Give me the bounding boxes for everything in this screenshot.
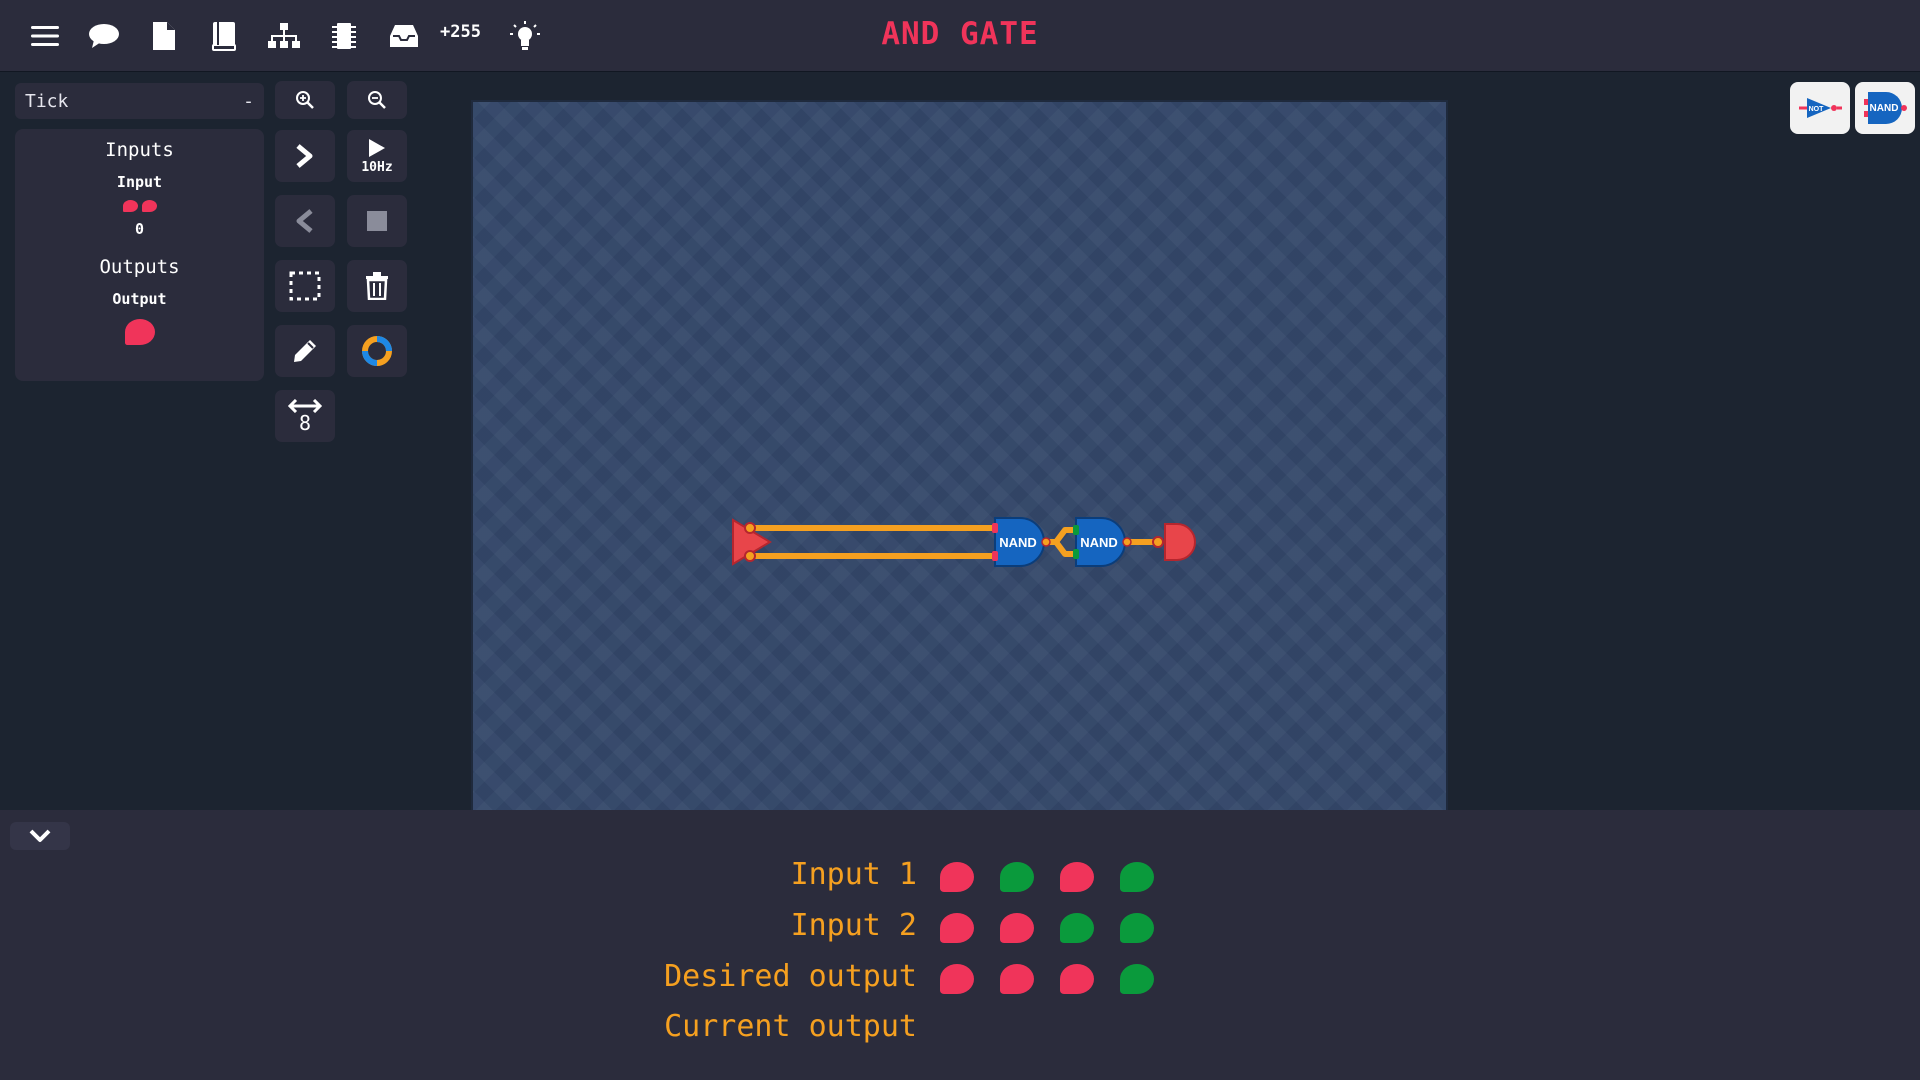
zoom-out-button[interactable] — [347, 81, 407, 119]
wire-input-to-gate1[interactable] — [747, 525, 997, 559]
zoom-in-button[interactable] — [275, 81, 335, 119]
delete-button[interactable] — [347, 260, 407, 312]
tick-mode-value: Tick — [25, 90, 69, 112]
level-title: AND GATE — [881, 16, 1039, 52]
select-button[interactable] — [275, 260, 335, 312]
collapse-panel-button[interactable] — [10, 822, 70, 850]
input-name: Input — [116, 173, 163, 191]
palette-not-label: NOT — [1809, 106, 1825, 113]
step-back-button[interactable] — [275, 195, 335, 247]
gate1-label: NAND — [999, 535, 1037, 550]
pencil-button[interactable] — [275, 325, 335, 377]
chevron-down-icon — [29, 829, 51, 842]
stop-icon — [367, 211, 387, 231]
truth-cell — [1000, 964, 1034, 994]
io-panel: Inputs Input 0 Outputs Output — [15, 129, 264, 381]
truth-table-panel: Input 1 Input 2 Desired output Current outp… — [0, 810, 1920, 1080]
palette-not-gate[interactable]: NOT — [1790, 82, 1850, 134]
outputs-heading: Outputs — [99, 256, 180, 278]
truth-row-label: Input 1 — [790, 857, 917, 892]
truth-cell — [940, 964, 974, 994]
palette-nand-gate[interactable]: NAND — [1855, 82, 1915, 134]
truth-cell — [1060, 964, 1094, 994]
truth-cell — [940, 913, 974, 943]
truth-cell — [1000, 913, 1034, 943]
truth-cell — [940, 862, 974, 892]
truth-cell — [1120, 913, 1154, 943]
pencil-icon — [294, 340, 316, 362]
truth-cell — [1060, 862, 1094, 892]
chevron-right-icon — [296, 144, 313, 168]
wire-width-button[interactable]: 8 — [275, 390, 335, 442]
nand-gate-1[interactable]: NAND — [992, 517, 1051, 567]
truth-row-label: Desired output — [664, 959, 917, 994]
zoom-in-icon — [296, 91, 314, 109]
truth-cell — [1120, 862, 1154, 892]
truth-cell — [1000, 862, 1034, 892]
trash-icon — [366, 272, 388, 300]
wire-width-value: 8 — [298, 411, 312, 435]
tick-mode-select[interactable]: Tick - — [15, 83, 264, 119]
zoom-out-icon — [368, 91, 386, 109]
input-pin-1[interactable] — [123, 200, 138, 212]
gate2-label: NAND — [1080, 535, 1118, 550]
truth-cell — [1060, 913, 1094, 943]
top-toolbar: +255 AND GATE — [0, 0, 1920, 72]
palette-nand-label: NAND — [1870, 103, 1899, 114]
output-name: Output — [112, 290, 167, 308]
truth-cell — [1120, 964, 1154, 994]
circuit-canvas[interactable]: NAND NAND — [471, 100, 1448, 812]
circuit-drawing: NAND NAND — [732, 517, 1196, 567]
tick-mode-arrow: - — [243, 90, 254, 112]
output-pin[interactable] — [125, 319, 155, 345]
play-button[interactable]: 10Hz — [347, 130, 407, 182]
chevron-left-icon — [296, 209, 313, 233]
input-value: 0 — [134, 220, 145, 238]
inputs-heading: Inputs — [105, 139, 174, 161]
color-button[interactable] — [347, 325, 407, 377]
nand-gate-2[interactable]: NAND — [1073, 517, 1132, 567]
play-icon — [369, 138, 385, 157]
truth-row-label: Current output — [664, 1009, 917, 1044]
selection-icon — [289, 271, 321, 301]
output-component[interactable] — [1152, 523, 1196, 561]
input-pin-2[interactable] — [142, 200, 157, 212]
truth-row-label: Input 2 — [790, 908, 917, 943]
color-ring-icon — [362, 336, 392, 366]
stop-button[interactable] — [347, 195, 407, 247]
play-speed-label: 10Hz — [361, 159, 393, 175]
step-forward-button[interactable] — [275, 130, 335, 182]
